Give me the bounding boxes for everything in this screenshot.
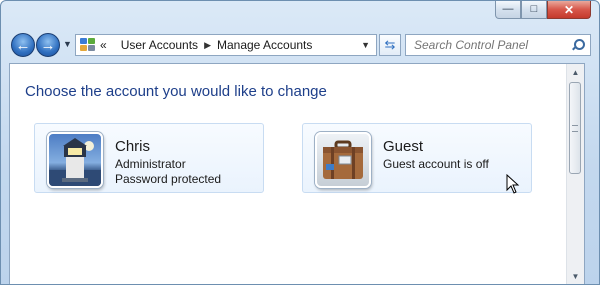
minimize-button[interactable]: — <box>495 1 521 19</box>
suitcase-icon <box>315 132 371 188</box>
maximize-icon: □ <box>530 3 538 15</box>
content-pane: Choose the account you would like to cha… <box>9 63 585 284</box>
account-name: Guest <box>383 138 424 155</box>
account-name: Chris <box>115 138 151 155</box>
caption-buttons: — □ ✕ <box>495 1 591 19</box>
scroll-down-icon[interactable]: ▼ <box>567 268 584 284</box>
back-button[interactable]: ← <box>11 33 35 57</box>
mouse-cursor-icon <box>506 174 520 194</box>
recent-pages-button[interactable]: ▼ <box>63 39 72 49</box>
vertical-scrollbar[interactable]: ▲ ▼ <box>566 64 584 284</box>
search-box <box>405 34 591 56</box>
account-status: Guest account is off <box>383 157 489 171</box>
breadcrumb-separator-icon[interactable]: ▶ <box>204 40 211 51</box>
scroll-up-icon[interactable]: ▲ <box>567 64 584 80</box>
forward-arrow-icon: → <box>40 36 56 54</box>
lighthouse-icon <box>47 132 103 188</box>
maximize-button[interactable]: □ <box>521 1 547 19</box>
breadcrumb-manage-accounts[interactable]: Manage Accounts <box>217 38 312 52</box>
control-panel-icon <box>80 38 96 52</box>
control-panel-window: — □ ✕ ← → ▼ « User Accounts ▶ Manage Acc… <box>0 0 600 285</box>
close-icon: ✕ <box>563 2 575 17</box>
page-title: Choose the account you would like to cha… <box>25 83 327 100</box>
refresh-button[interactable]: ⇆ <box>379 34 401 56</box>
account-tile-guest[interactable]: Guest Guest account is off <box>302 123 532 193</box>
refresh-icon: ⇆ <box>384 37 396 52</box>
forward-button[interactable]: → <box>36 33 60 57</box>
minimize-icon: — <box>502 3 514 15</box>
search-input[interactable] <box>412 37 566 53</box>
address-bar[interactable]: « User Accounts ▶ Manage Accounts ▼ <box>75 34 377 56</box>
breadcrumb-user-accounts[interactable]: User Accounts <box>121 38 198 52</box>
address-overflow[interactable]: « <box>100 38 107 52</box>
navigation-bar: ← → ▼ « User Accounts ▶ Manage Accounts … <box>9 31 591 59</box>
close-button[interactable]: ✕ <box>547 1 591 19</box>
address-dropdown-icon[interactable]: ▼ <box>361 40 370 50</box>
back-arrow-icon: ← <box>15 36 31 54</box>
account-tile-chris[interactable]: Chris Administrator Password protected <box>34 123 264 193</box>
account-status: Password protected <box>115 172 222 186</box>
account-type: Administrator <box>115 157 186 171</box>
chevron-down-icon: ▼ <box>63 39 72 49</box>
search-icon[interactable] <box>571 38 585 52</box>
scroll-thumb[interactable] <box>569 82 581 174</box>
